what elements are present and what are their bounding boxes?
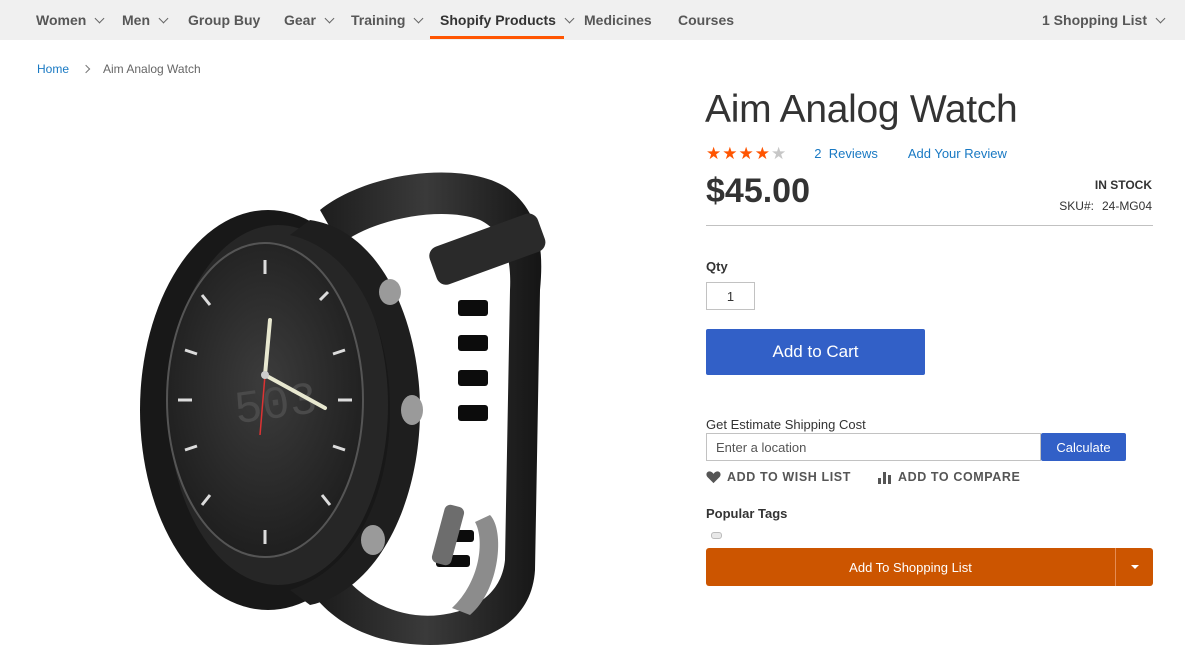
nav-item-shopify-products[interactable]: Shopify Products bbox=[440, 0, 575, 40]
caret-down-icon bbox=[1130, 565, 1139, 569]
nav-item-medicines[interactable]: Medicines bbox=[584, 0, 652, 40]
chevron-down-icon bbox=[564, 13, 575, 23]
sku-value: 24-MG04 bbox=[1101, 199, 1152, 213]
nav-item-group-buy[interactable]: Group Buy bbox=[188, 0, 260, 40]
shopping-list-label: 1 Shopping List bbox=[1042, 12, 1147, 28]
tag-chip[interactable] bbox=[711, 532, 722, 539]
nav-item-label: Training bbox=[351, 12, 406, 28]
nav-item-label: Gear bbox=[284, 12, 316, 28]
divider bbox=[706, 225, 1153, 226]
qty-label: Qty bbox=[706, 259, 728, 274]
active-nav-indicator bbox=[430, 36, 564, 39]
nav-item-label: Courses bbox=[678, 12, 735, 28]
chevron-down-icon bbox=[158, 13, 169, 23]
chevron-down-icon bbox=[324, 13, 335, 23]
compare-bars-icon bbox=[877, 471, 891, 484]
heart-icon bbox=[706, 471, 721, 484]
add-to-shopping-list-button[interactable]: Add To Shopping List bbox=[706, 548, 1115, 586]
add-review-link[interactable]: Add Your Review bbox=[908, 146, 1007, 161]
product-image[interactable]: 503 bbox=[140, 150, 580, 655]
nav-item-men[interactable]: Men bbox=[122, 0, 169, 40]
top-navigation: Women Men Group Buy Gear Training Shopif… bbox=[0, 0, 1185, 40]
shipping-estimate-label: Get Estimate Shipping Cost bbox=[706, 417, 866, 432]
breadcrumb-home-link[interactable]: Home bbox=[37, 62, 69, 76]
star-filled-icon: ★ bbox=[706, 144, 722, 163]
nav-item-label: Women bbox=[36, 12, 87, 28]
add-to-wishlist-link[interactable]: Add to Wish List bbox=[706, 470, 851, 484]
add-to-shopping-list-group: Add To Shopping List bbox=[706, 548, 1153, 586]
reviews-count: 2 bbox=[814, 146, 822, 161]
chevron-down-icon bbox=[414, 13, 424, 23]
breadcrumb-current: Aim Analog Watch bbox=[103, 62, 201, 76]
reviews-label: Reviews bbox=[828, 146, 878, 161]
nav-item-label: Medicines bbox=[584, 12, 652, 28]
nav-item-women[interactable]: Women bbox=[36, 0, 105, 40]
nav-item-training[interactable]: Training bbox=[351, 0, 424, 40]
nav-item-courses[interactable]: Courses bbox=[678, 0, 734, 40]
stock-status: In stock bbox=[1094, 178, 1152, 192]
shipping-location-input[interactable] bbox=[706, 433, 1041, 461]
chevron-down-icon bbox=[94, 13, 105, 23]
add-to-compare-link[interactable]: Add to Compare bbox=[877, 470, 1021, 484]
popular-tags-label: Popular Tags bbox=[706, 506, 788, 521]
nav-item-gear[interactable]: Gear bbox=[284, 0, 335, 40]
shopping-list-dropdown-toggle[interactable] bbox=[1116, 548, 1153, 586]
chevron-right-icon bbox=[81, 64, 91, 74]
wishlist-label: Add to Wish List bbox=[727, 470, 851, 484]
nav-item-label: Men bbox=[122, 12, 150, 28]
breadcrumb: Home Aim Analog Watch bbox=[37, 62, 201, 76]
compare-label: Add to Compare bbox=[897, 470, 1021, 484]
star-empty-icon: ★ bbox=[771, 144, 787, 163]
add-to-cart-button[interactable]: Add to Cart bbox=[706, 329, 925, 375]
product-rating: ★ ★ ★ ★ ★ 2 Reviews Add Your Review bbox=[706, 145, 1007, 162]
chevron-down-icon bbox=[1155, 13, 1166, 23]
calculate-button[interactable]: Calculate bbox=[1041, 433, 1126, 461]
nav-item-label: Group Buy bbox=[188, 12, 261, 28]
product-sku: SKU#: 24-MG04 bbox=[1059, 199, 1152, 213]
product-price: $45.00 bbox=[706, 172, 810, 210]
sku-label: SKU#: bbox=[1059, 199, 1094, 213]
qty-input[interactable] bbox=[706, 282, 755, 310]
shopping-list-dropdown[interactable]: 1 Shopping List bbox=[1042, 0, 1166, 40]
nav-item-label: Shopify Products bbox=[440, 12, 556, 28]
star-filled-icon: ★ bbox=[722, 144, 738, 163]
rating-stars: ★ ★ ★ ★ ★ bbox=[706, 145, 786, 162]
star-filled-icon: ★ bbox=[738, 144, 754, 163]
product-actions: Add to Wish List Add to Compare bbox=[706, 470, 1020, 484]
analog-watch-image: 503 bbox=[140, 172, 546, 645]
star-filled-icon: ★ bbox=[754, 144, 770, 163]
reviews-link[interactable]: 2 Reviews bbox=[814, 146, 878, 161]
product-title: Aim Analog Watch bbox=[705, 88, 1018, 131]
